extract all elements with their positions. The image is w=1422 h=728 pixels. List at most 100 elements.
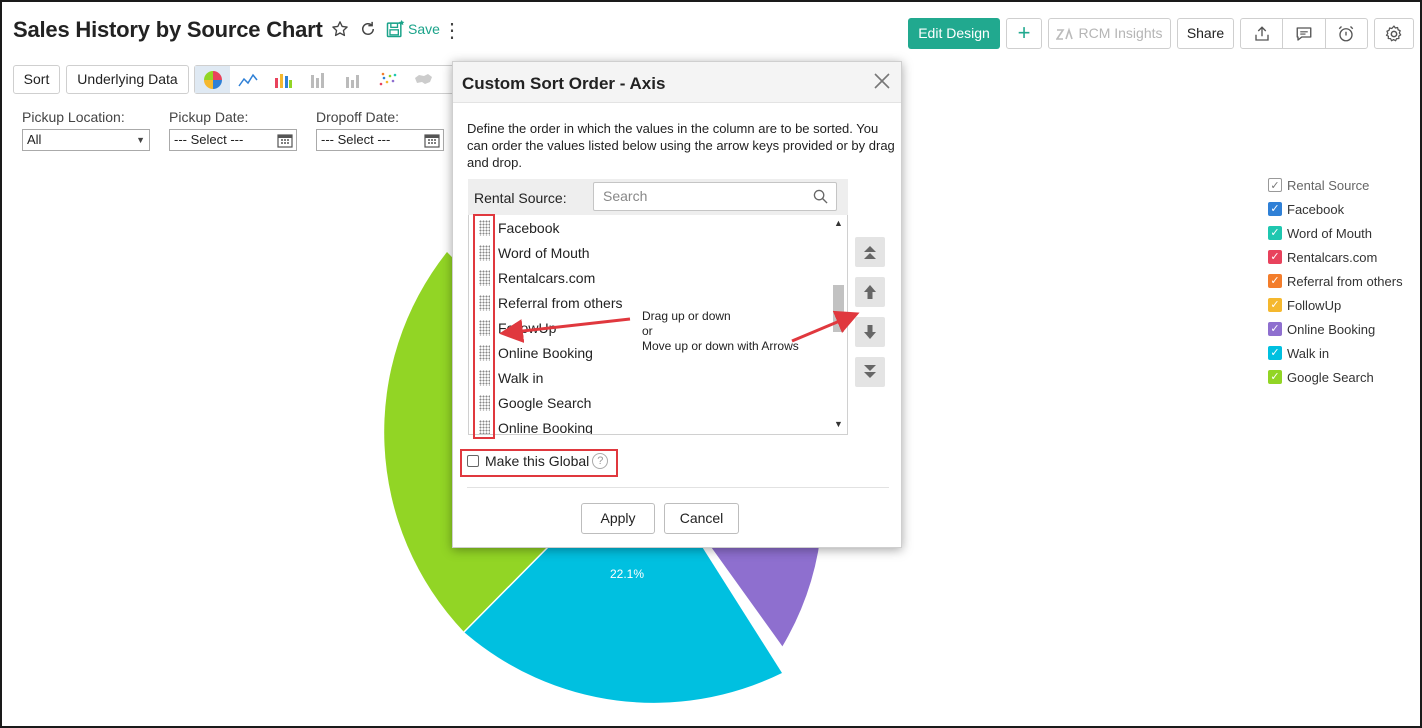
dialog-description: Define the order in which the values in … (467, 121, 895, 170)
list-item[interactable]: Word of Mouth (469, 240, 831, 265)
chart-type-selector (194, 65, 456, 94)
annotation-highlight-box (473, 214, 495, 439)
underlying-data-button[interactable]: Underlying Data (66, 65, 189, 94)
calendar-icon[interactable] (424, 132, 440, 148)
legend-item[interactable]: ✓ Rentalcars.com (1268, 245, 1403, 269)
dialog-title: Custom Sort Order - Axis (462, 74, 666, 93)
list-item-label: Rentalcars.com (498, 269, 596, 286)
page-title: Sales History by Source Chart (13, 17, 323, 42)
legend-item-label: Word of Mouth (1287, 225, 1373, 241)
list-item[interactable]: Rentalcars.com (469, 265, 831, 290)
arrow-up-icon (864, 285, 876, 299)
star-icon[interactable] (329, 20, 351, 42)
share-button[interactable]: Share (1177, 18, 1234, 49)
scrollbar-thumb[interactable] (833, 285, 844, 332)
scroll-up-icon[interactable]: ▲ (834, 218, 843, 228)
save-button[interactable]: Save (385, 19, 440, 39)
legend-item-label: Rentalcars.com (1287, 249, 1378, 265)
alarm-icon[interactable] (1326, 19, 1367, 48)
save-icon (386, 19, 405, 38)
pickup-location-select[interactable]: All ▼ (22, 129, 150, 151)
checkbox-icon: ✓ (1268, 370, 1282, 384)
pie-data-label: 22.1% (610, 567, 644, 581)
list-item[interactable]: Facebook (469, 215, 831, 240)
legend-item-label: Facebook (1287, 201, 1345, 217)
list-scrollbar[interactable]: ▲ ▼ (830, 215, 847, 434)
pickup-date-value: --- Select --- (174, 132, 244, 147)
legend-item[interactable]: ✓ Facebook (1268, 197, 1403, 221)
refresh-icon[interactable] (357, 20, 379, 42)
legend-item[interactable]: ✓ Word of Mouth (1268, 221, 1403, 245)
legend-item[interactable]: ✓ Referral from others (1268, 269, 1403, 293)
pie-icon[interactable] (195, 66, 230, 93)
list-item-label: Word of Mouth (498, 244, 590, 261)
legend-item-label: Referral from others (1287, 273, 1403, 289)
column-chart-icon[interactable] (335, 66, 370, 93)
search-icon (813, 189, 828, 204)
rcm-insights-button[interactable]: RCM Insights (1048, 18, 1171, 49)
search-input[interactable]: Search (593, 182, 837, 211)
list-item[interactable]: Walk in (469, 365, 831, 390)
checkbox-icon: ✓ (1268, 322, 1282, 336)
legend-item[interactable]: ✓ Walk in (1268, 341, 1403, 365)
dialog-header: Custom Sort Order - Axis (453, 62, 901, 103)
dropoff-date-input[interactable]: --- Select --- (316, 129, 444, 151)
sort-button[interactable]: Sort (13, 65, 60, 94)
list-item[interactable]: Google Search (469, 390, 831, 415)
pickup-location-label: Pickup Location: (22, 109, 125, 125)
bar-chart-icon[interactable] (265, 66, 300, 93)
insights-icon (1056, 26, 1074, 40)
more-options-icon[interactable]: ⋮ (442, 20, 462, 42)
settings-button[interactable] (1374, 18, 1414, 49)
list-item-label: FollowUp (498, 319, 557, 336)
list-item[interactable]: Online Booking (469, 415, 831, 435)
apply-button[interactable]: Apply (581, 503, 655, 534)
legend-item[interactable]: ✓ Online Booking (1268, 317, 1403, 341)
checkbox-icon: ✓ (1268, 346, 1282, 360)
annotation-callout: Drag up or down or Move up or down with … (642, 309, 799, 354)
annotation-line: Drag up or down (642, 309, 731, 323)
close-icon[interactable] (871, 70, 893, 92)
list-item-label: Online Booking (498, 419, 593, 435)
search-placeholder: Search (603, 188, 648, 204)
arrow-down-icon (864, 325, 876, 339)
legend-title[interactable]: ✓ Rental Source (1268, 173, 1403, 197)
checkbox-icon: ✓ (1268, 178, 1282, 192)
list-item-label: Walk in (498, 369, 544, 386)
checkbox-icon: ✓ (1268, 202, 1282, 216)
list-item-label: Referral from others (498, 294, 623, 311)
move-down-button[interactable] (855, 317, 885, 347)
pickup-date-label: Pickup Date: (169, 109, 249, 125)
edit-design-button[interactable]: Edit Design (908, 18, 1000, 49)
list-item-label: Google Search (498, 394, 592, 411)
legend-item[interactable]: ✓ FollowUp (1268, 293, 1403, 317)
checkbox-icon: ✓ (1268, 250, 1282, 264)
move-to-top-button[interactable] (855, 237, 885, 267)
rcm-insights-label: RCM Insights (1078, 25, 1163, 41)
cancel-button[interactable]: Cancel (664, 503, 739, 534)
stacked-bar-icon[interactable] (300, 66, 335, 93)
annotation-line: Move up or down with Arrows (642, 339, 799, 353)
map-icon[interactable] (405, 66, 440, 93)
action-icon-group (1240, 18, 1368, 49)
checkbox-icon: ✓ (1268, 298, 1282, 312)
comment-icon[interactable] (1283, 19, 1326, 48)
move-top-icon (864, 246, 876, 259)
legend-item-label: Online Booking (1287, 321, 1376, 337)
move-bottom-icon (864, 365, 876, 378)
calendar-icon[interactable] (277, 132, 293, 148)
line-chart-icon[interactable] (230, 66, 265, 93)
scroll-down-icon[interactable]: ▼ (834, 419, 843, 429)
column-label: Rental Source: (474, 190, 567, 206)
legend-item-label: Walk in (1287, 345, 1330, 361)
divider (467, 487, 889, 488)
pickup-location-value: All (27, 132, 42, 147)
export-icon[interactable] (1241, 19, 1284, 48)
legend-item[interactable]: ✓ Google Search (1268, 365, 1403, 389)
move-to-bottom-button[interactable] (855, 357, 885, 387)
move-up-button[interactable] (855, 277, 885, 307)
add-button[interactable]: + (1006, 18, 1042, 49)
pickup-date-input[interactable]: --- Select --- (169, 129, 297, 151)
list-item-label: Facebook (498, 219, 560, 236)
scatter-icon[interactable] (370, 66, 405, 93)
